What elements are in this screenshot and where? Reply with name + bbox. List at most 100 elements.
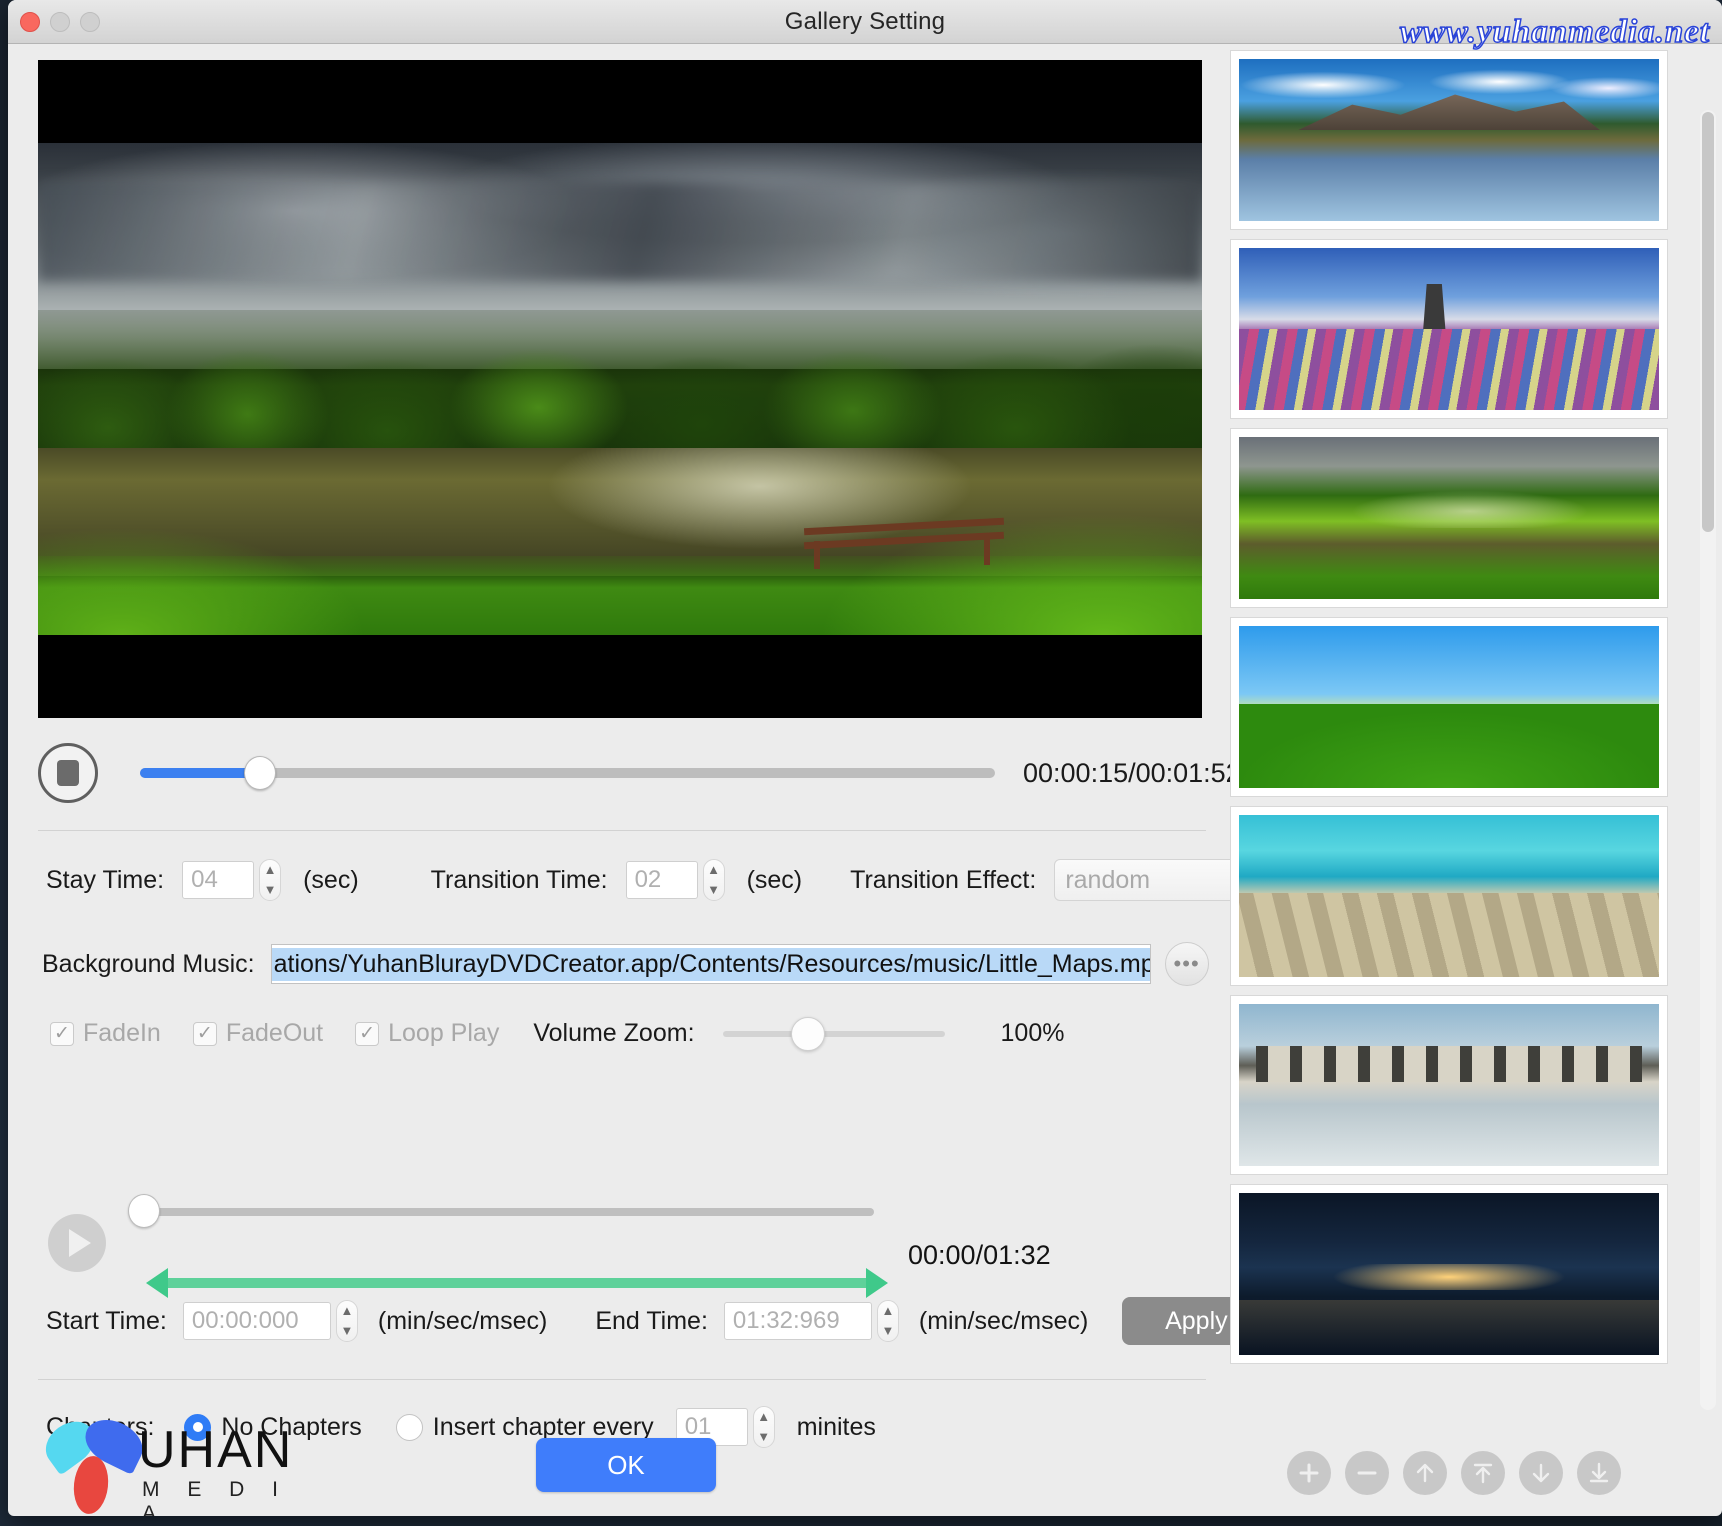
thumbnail-item-6[interactable] [1230,995,1668,1175]
transition-time-stepper[interactable]: ▲ ▼ [703,859,725,901]
thumbnail-item-7[interactable] [1230,1184,1668,1364]
thumbnail-toolbar [1230,1438,1678,1508]
stepper-up-icon: ▲ [707,865,720,875]
thumbnail-list[interactable] [1230,50,1678,1428]
thumbnail-pane [1230,44,1722,1516]
trim-fields-row: Start Time: 00:00:000 ▲ ▼ (min/sec/msec)… [46,1297,1270,1345]
video-preview[interactable] [38,60,1202,718]
thumbnail-scrollbar[interactable] [1700,110,1716,1410]
trim-end-handle[interactable] [866,1268,888,1298]
stop-icon [57,760,79,786]
preview-grass-left [38,487,457,635]
volume-value: 100% [1001,1019,1065,1048]
preview-time-display: 00:00:15/00:01:52 [1023,758,1241,789]
move-to-bottom-icon[interactable] [1577,1451,1621,1495]
ok-button[interactable]: OK [536,1438,716,1492]
background-music-label: Background Music: [42,950,255,979]
browse-music-button[interactable]: ••• [1165,942,1209,986]
zoom-button[interactable] [80,12,100,32]
end-time-unit: (min/sec/msec) [919,1307,1088,1336]
stepper-down-icon: ▼ [340,1326,353,1336]
logo-wordmark: UHAN [138,1420,293,1480]
volume-slider[interactable] [723,1031,945,1037]
background-music-input[interactable]: ations/YuhanBlurayDVDCreator.app/Content… [271,944,1151,984]
trim-range-bar [160,1278,874,1288]
trim-start-handle[interactable] [146,1268,168,1298]
transition-time-unit: (sec) [747,866,803,895]
move-up-icon[interactable] [1403,1451,1447,1495]
desktop-background: Gallery Setting www.yuhanmedia.net [0,0,1722,1526]
preview-progress-slider[interactable] [140,768,995,778]
thumbnail-image-7 [1239,1193,1659,1355]
site-watermark: www.yuhanmedia.net [1400,14,1710,51]
stay-time-stepper[interactable]: ▲ ▼ [259,859,281,901]
loopplay-label: Loop Play [388,1019,499,1048]
thumbnail-image-3 [1239,437,1659,599]
close-button[interactable] [20,12,40,32]
audio-time-display: 00:00/01:32 [908,1240,1051,1271]
thumbnail-item-5[interactable] [1230,806,1668,986]
scrollbar-thumb[interactable] [1702,112,1714,532]
progress-knob[interactable] [244,756,276,790]
volume-zoom-label: Volume Zoom: [533,1019,694,1048]
volume-knob[interactable] [791,1017,825,1051]
loopplay-checkbox[interactable]: ✓ [355,1022,379,1046]
audio-trim-block: 00:00/01:32 [38,1186,1208,1292]
audio-knob[interactable] [128,1194,160,1228]
end-time-stepper[interactable]: ▲ ▼ [877,1300,899,1342]
start-time-input[interactable]: 00:00:000 [183,1302,331,1340]
slideshow-timing-row: Stay Time: 04 ▲ ▼ (sec) Transition Time:… [46,859,1304,901]
stop-button[interactable] [38,743,98,803]
fadein-checkbox[interactable]: ✓ [50,1022,74,1046]
audio-position-slider[interactable] [144,1208,874,1216]
thumbnail-image-6 [1239,1004,1659,1166]
preview-bench [804,519,1004,571]
fadeout-label: FadeOut [226,1019,323,1048]
audio-options-row: ✓ FadeIn ✓ FadeOut ✓ Loop Play Volume Zo… [50,1019,1064,1048]
transition-effect-value: random [1065,866,1150,895]
thumbnail-item-3[interactable] [1230,428,1668,608]
thumbnail-item-1[interactable] [1230,50,1668,230]
transition-time-label: Transition Time: [431,866,608,895]
stay-time-input[interactable]: 04 [182,861,254,899]
thumbnail-image-5 [1239,815,1659,977]
background-music-row: Background Music: ations/YuhanBlurayDVDC… [42,942,1209,986]
logo-subtitle: M E D I A [142,1478,312,1516]
stay-time-label: Stay Time: [46,866,164,895]
letterbox-bottom [38,635,1202,718]
fadeout-checkbox[interactable]: ✓ [193,1022,217,1046]
preview-transport-bar: 00:00:15/00:01:52 [38,734,1208,812]
fadein-label: FadeIn [83,1019,161,1048]
move-down-icon[interactable] [1519,1451,1563,1495]
window-body: 00:00:15/00:01:52 Stay Time: 04 ▲ ▼ (sec… [8,44,1722,1516]
move-to-top-icon[interactable] [1461,1451,1505,1495]
add-icon[interactable] [1287,1451,1331,1495]
thumbnail-image-1 [1239,59,1659,221]
gallery-setting-window: Gallery Setting www.yuhanmedia.net [8,0,1722,1516]
remove-icon[interactable] [1345,1451,1389,1495]
stepper-up-icon: ▲ [340,1306,353,1316]
audio-play-button[interactable] [48,1214,106,1272]
background-music-path: ations/YuhanBlurayDVDCreator.app/Content… [272,948,1151,981]
play-icon [69,1229,91,1257]
minimize-button[interactable] [50,12,70,32]
start-time-unit: (min/sec/msec) [378,1307,547,1336]
window-footer: UHAN M E D I A OK [8,1410,1230,1516]
thumbnail-image-2 [1239,248,1659,410]
audio-track [144,1208,874,1216]
progress-fill [140,768,261,778]
thumbnail-item-4[interactable] [1230,617,1668,797]
stepper-up-icon: ▲ [264,865,277,875]
thumbnail-item-2[interactable] [1230,239,1668,419]
transition-effect-label: Transition Effect: [850,866,1036,895]
audio-trim-range[interactable] [146,1268,888,1298]
start-time-stepper[interactable]: ▲ ▼ [336,1300,358,1342]
settings-pane: 00:00:15/00:01:52 Stay Time: 04 ▲ ▼ (sec… [8,44,1230,1516]
start-time-label: Start Time: [46,1307,167,1336]
stay-time-unit: (sec) [303,866,359,895]
end-time-label: End Time: [595,1307,708,1336]
end-time-input[interactable]: 01:32:969 [724,1302,872,1340]
window-controls [20,12,100,32]
thumbnail-image-4 [1239,626,1659,788]
transition-time-input[interactable]: 02 [626,861,698,899]
